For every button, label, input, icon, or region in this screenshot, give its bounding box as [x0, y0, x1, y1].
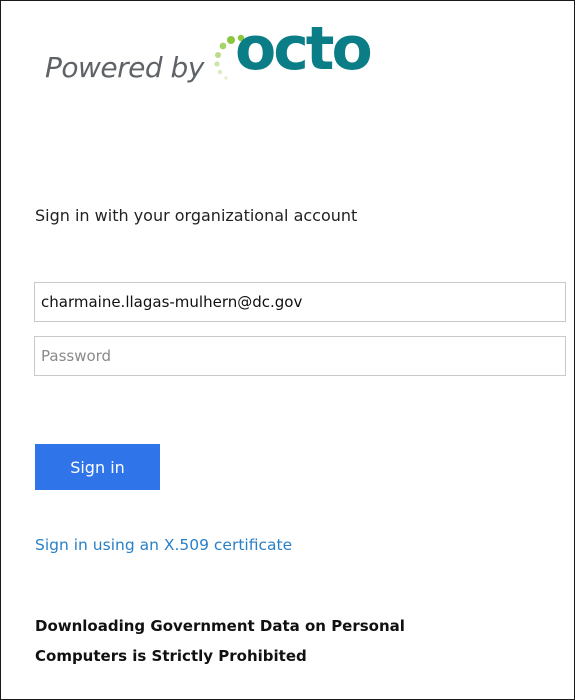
sign-in-heading: Sign in with your organizational account: [35, 206, 358, 225]
data-download-warning: Downloading Government Data on Personal …: [35, 611, 535, 671]
password-field[interactable]: [34, 336, 566, 376]
sign-in-panel: Powered by octo Sign in with your organi…: [0, 0, 575, 700]
powered-by-octo-logo: Powered by octo: [45, 19, 405, 95]
powered-by-text: Powered by: [45, 51, 204, 84]
sign-in-button[interactable]: Sign in: [35, 444, 160, 490]
email-field[interactable]: [34, 282, 566, 322]
certificate-sign-in-link[interactable]: Sign in using an X.509 certificate: [35, 536, 292, 554]
warning-line-1: Downloading Government Data on Personal: [35, 617, 405, 635]
octo-wordmark: octo: [235, 14, 373, 84]
octo-logo: octo: [213, 19, 423, 95]
warning-line-2: Computers is Strictly Prohibited: [35, 647, 307, 665]
